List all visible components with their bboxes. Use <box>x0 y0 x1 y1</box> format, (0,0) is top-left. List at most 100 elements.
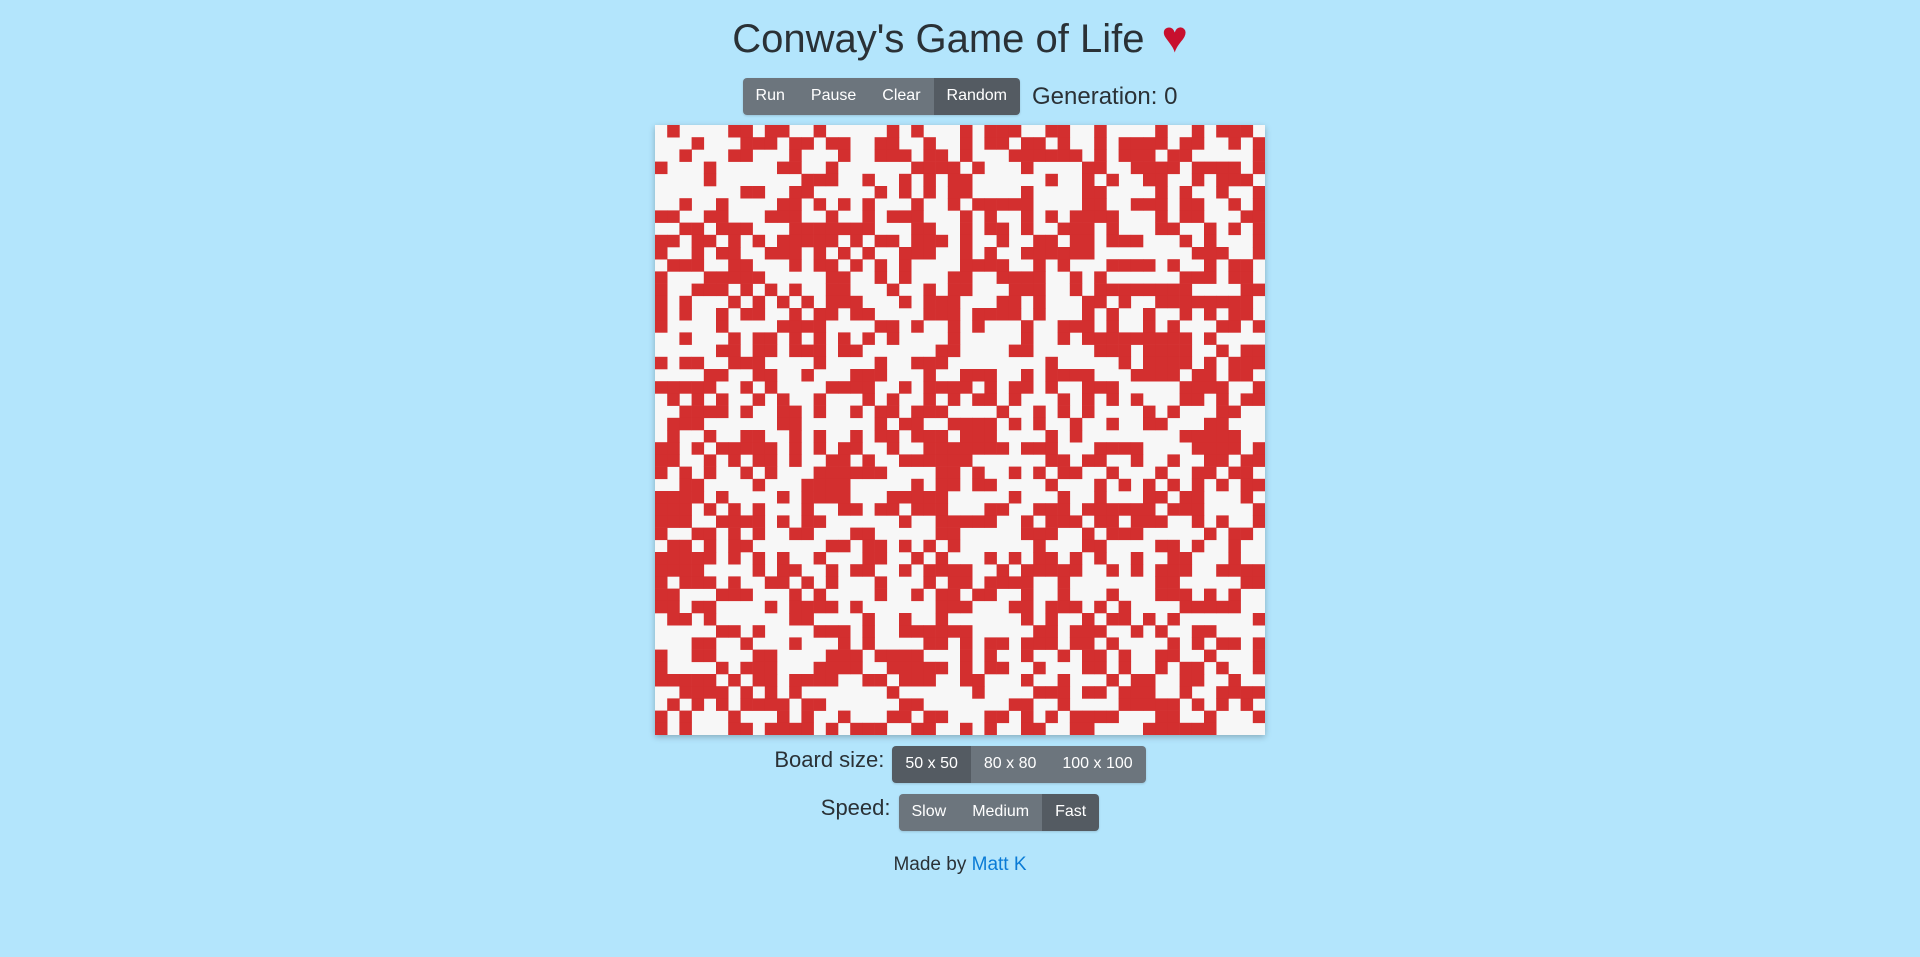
live-cell[interactable] <box>947 186 961 199</box>
live-cell[interactable] <box>935 430 949 443</box>
live-cell[interactable] <box>801 515 814 528</box>
live-cell[interactable] <box>825 161 839 175</box>
live-cell[interactable] <box>813 405 827 419</box>
live-cell[interactable] <box>1130 161 1144 175</box>
live-cell[interactable] <box>777 491 790 504</box>
live-cell[interactable] <box>1094 539 1107 553</box>
live-cell[interactable] <box>1082 308 1095 321</box>
live-cell[interactable] <box>923 222 936 236</box>
live-cell[interactable] <box>691 576 705 589</box>
live-cell[interactable] <box>1008 466 1022 480</box>
live-cell[interactable] <box>679 466 692 480</box>
live-cell[interactable] <box>679 576 692 589</box>
live-cell[interactable] <box>1106 308 1119 321</box>
live-cell[interactable] <box>935 564 949 577</box>
live-cell[interactable] <box>960 137 973 150</box>
live-cell[interactable] <box>850 466 863 480</box>
live-cell[interactable] <box>1167 222 1180 236</box>
live-cell[interactable] <box>899 149 912 162</box>
live-cell[interactable] <box>1252 149 1265 162</box>
live-cell[interactable] <box>691 137 705 150</box>
live-cell[interactable] <box>874 552 888 565</box>
live-cell[interactable] <box>1094 686 1107 699</box>
live-cell[interactable] <box>899 710 912 724</box>
live-cell[interactable] <box>703 674 717 687</box>
live-cell[interactable] <box>703 552 717 565</box>
live-cell[interactable] <box>1228 527 1241 541</box>
live-cell[interactable] <box>1082 186 1095 199</box>
live-cell[interactable] <box>1179 686 1193 699</box>
live-cell[interactable] <box>1069 710 1083 724</box>
live-cell[interactable] <box>911 661 924 675</box>
live-cell[interactable] <box>960 259 973 272</box>
live-cell[interactable] <box>850 259 863 272</box>
live-cell[interactable] <box>1252 186 1265 199</box>
live-cell[interactable] <box>1130 625 1144 638</box>
live-cell[interactable] <box>1167 369 1180 382</box>
live-cell[interactable] <box>923 149 936 162</box>
live-cell[interactable] <box>1191 210 1205 223</box>
live-cell[interactable] <box>777 393 790 406</box>
live-cell[interactable] <box>1106 417 1119 431</box>
live-cell[interactable] <box>655 503 668 516</box>
live-cell[interactable] <box>996 503 1010 516</box>
random-button[interactable]: Random <box>933 78 1020 115</box>
live-cell[interactable] <box>1228 259 1241 272</box>
live-cell[interactable] <box>1228 173 1241 187</box>
live-cell[interactable] <box>752 674 766 687</box>
live-cell[interactable] <box>825 259 839 272</box>
live-cell[interactable] <box>728 552 741 565</box>
live-cell[interactable] <box>899 417 912 431</box>
live-cell[interactable] <box>972 308 985 321</box>
live-cell[interactable] <box>886 149 900 162</box>
live-cell[interactable] <box>935 552 949 565</box>
live-cell[interactable] <box>862 552 875 565</box>
live-cell[interactable] <box>1167 649 1180 663</box>
live-cell[interactable] <box>935 710 949 724</box>
live-cell[interactable] <box>1069 247 1083 260</box>
live-cell[interactable] <box>874 149 888 162</box>
live-cell[interactable] <box>1240 564 1254 577</box>
live-cell[interactable] <box>716 271 729 284</box>
live-cell[interactable] <box>1204 430 1217 443</box>
live-cell[interactable] <box>984 503 997 516</box>
live-cell[interactable] <box>874 320 888 333</box>
live-cell[interactable] <box>752 430 766 443</box>
live-cell[interactable] <box>1228 442 1241 455</box>
live-cell[interactable] <box>740 698 753 711</box>
live-cell[interactable] <box>1179 198 1193 211</box>
live-cell[interactable] <box>838 478 851 492</box>
live-cell[interactable] <box>1094 149 1107 162</box>
live-cell[interactable] <box>813 552 827 565</box>
live-cell[interactable] <box>703 405 717 419</box>
live-cell[interactable] <box>1204 588 1217 602</box>
live-cell[interactable] <box>728 271 741 284</box>
live-cell[interactable] <box>1216 454 1229 467</box>
live-cell[interactable] <box>1252 442 1265 455</box>
live-cell[interactable] <box>984 430 997 443</box>
live-cell[interactable] <box>1155 722 1168 735</box>
live-cell[interactable] <box>886 491 900 504</box>
live-cell[interactable] <box>984 137 997 150</box>
live-cell[interactable] <box>655 661 668 675</box>
live-cell[interactable] <box>947 308 961 321</box>
live-cell[interactable] <box>838 381 851 394</box>
live-cell[interactable] <box>691 564 705 577</box>
live-cell[interactable] <box>960 186 973 199</box>
live-cell[interactable] <box>923 491 936 504</box>
live-cell[interactable] <box>1143 161 1156 175</box>
live-cell[interactable] <box>789 247 802 260</box>
live-cell[interactable] <box>1069 552 1083 565</box>
live-cell[interactable] <box>1191 515 1205 528</box>
live-cell[interactable] <box>923 234 936 248</box>
live-cell[interactable] <box>935 234 949 248</box>
live-cell[interactable] <box>886 137 900 150</box>
live-cell[interactable] <box>960 564 973 577</box>
live-cell[interactable] <box>972 161 985 175</box>
live-cell[interactable] <box>1191 381 1205 394</box>
live-cell[interactable] <box>923 576 936 589</box>
live-cell[interactable] <box>752 295 766 309</box>
live-cell[interactable] <box>1094 271 1107 284</box>
live-cell[interactable] <box>764 369 778 382</box>
live-cell[interactable] <box>1240 344 1254 358</box>
